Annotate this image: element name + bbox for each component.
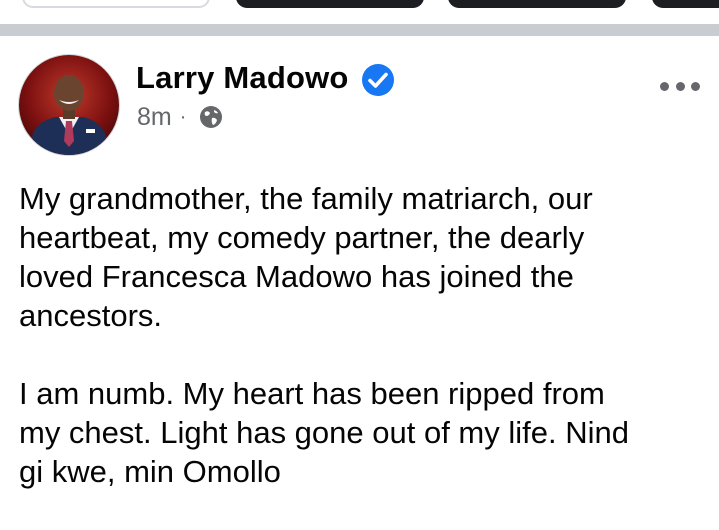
post-paragraph: I am numb. My heart has been ripped from… [19,374,709,491]
post-text-line: gi kwe, min Omollo [19,454,281,489]
post-text-line: ancestors. [19,298,163,333]
post-text-line: loved Francesca Madowo has joined the [19,259,574,294]
more-dot [675,81,685,91]
action-pill-2[interactable] [236,0,424,8]
author-name[interactable]: Larry Madowo [136,60,349,96]
action-pill-3[interactable] [448,0,626,8]
more-options-icon[interactable] [660,76,700,96]
top-action-strip [0,0,719,10]
action-pill-4[interactable] [652,0,719,8]
more-dot [691,81,700,91]
globe-icon[interactable] [198,104,224,130]
action-pill-1[interactable] [22,0,210,8]
post-text-line: my chest. Light has gone out of my life.… [19,415,629,450]
post-card: Larry Madowo 8m · My grandmother, the fa… [0,36,719,517]
post-text-line: I am numb. My heart has been ripped from [19,376,605,411]
feed-divider [0,24,719,36]
post-paragraph: My grandmother, the family matriarch, ou… [19,179,709,335]
post-timestamp[interactable]: 8m [137,103,172,132]
post-body: My grandmother, the family matriarch, ou… [19,179,709,530]
verified-badge-icon [362,64,394,96]
more-dot [660,81,669,91]
post-text-line: heartbeat, my comedy partner, the dearly [19,220,585,255]
post-text-line: My grandmother, the family matriarch, ou… [19,181,593,216]
post-meta: 8m · [137,102,224,132]
avatar[interactable] [18,54,120,156]
meta-separator: · [179,105,187,128]
